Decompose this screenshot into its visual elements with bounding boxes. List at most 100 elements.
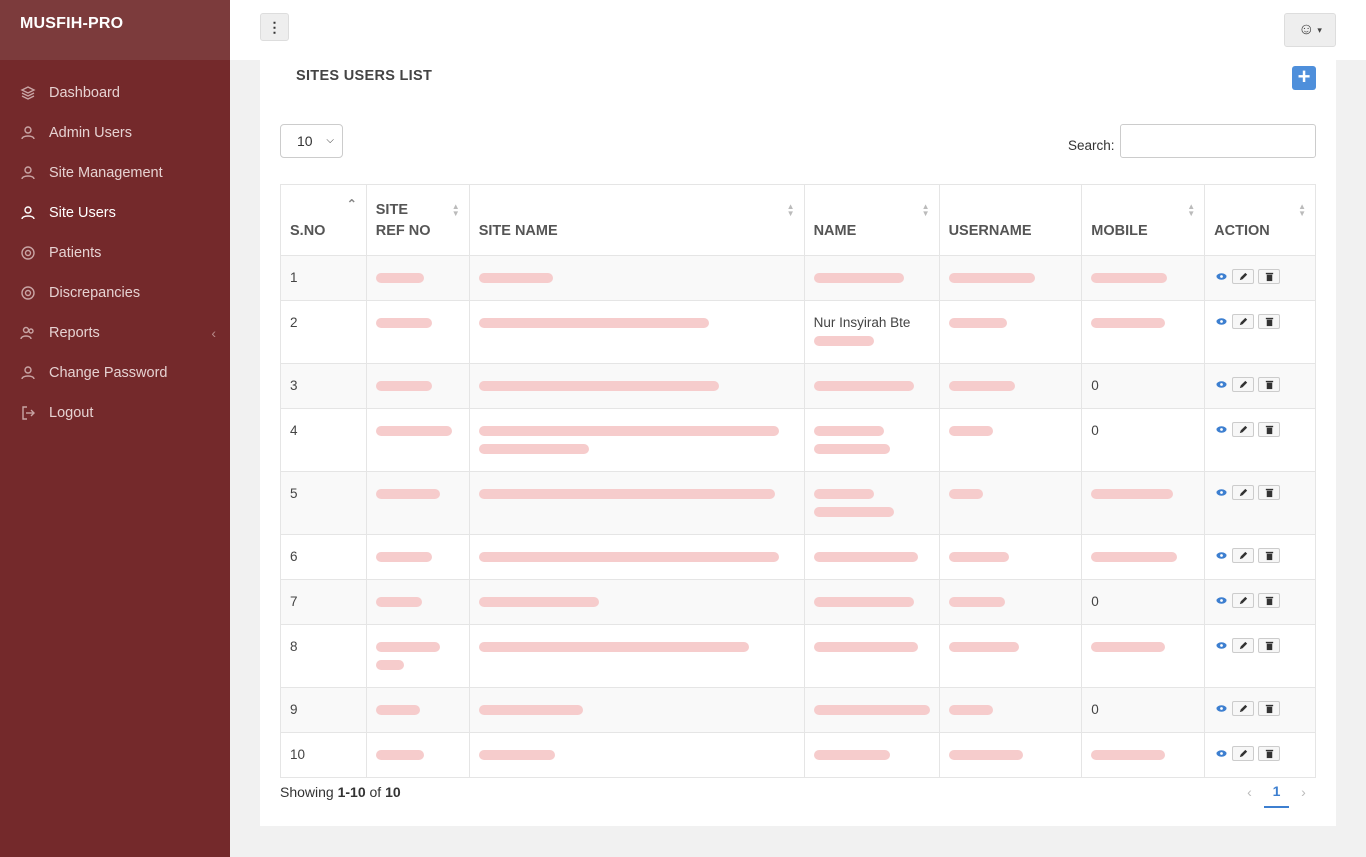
users-icon: [19, 324, 37, 342]
sidebar-item-admin-users[interactable]: Admin Users: [0, 113, 230, 153]
view-icon[interactable]: [1214, 548, 1228, 563]
pagination-page-1[interactable]: 1: [1264, 776, 1289, 808]
edit-icon[interactable]: [1232, 593, 1255, 608]
cell-site-name: [468, 255, 805, 301]
delete-icon[interactable]: [1258, 314, 1281, 329]
redacted-text: [813, 273, 904, 284]
sort-icon: ▲ ▼: [921, 202, 930, 218]
redacted-text: [375, 426, 452, 437]
redacted-text: [478, 489, 775, 500]
view-icon[interactable]: [1214, 701, 1228, 716]
edit-icon[interactable]: [1232, 701, 1255, 716]
delete-icon[interactable]: [1258, 746, 1281, 761]
cell-actions: [1204, 255, 1316, 301]
delete-icon[interactable]: [1258, 269, 1281, 284]
delete-icon[interactable]: [1258, 422, 1281, 437]
redacted-text: [375, 318, 432, 329]
cell-mobile: [1081, 255, 1206, 301]
sort-icon: ▲ ▼: [786, 202, 795, 218]
view-icon[interactable]: [1214, 638, 1228, 653]
cell-username: [938, 363, 1083, 409]
sidebar-item-discrepancies[interactable]: Discrepancies: [0, 273, 230, 313]
table-row: 4 0: [280, 408, 1316, 472]
cell-ref-no: [365, 255, 470, 301]
user-menu-button[interactable]: ☺ ▾: [1284, 13, 1336, 47]
column-header-sno[interactable]: S.NO ⌃: [280, 184, 367, 256]
user-icon: [19, 364, 37, 382]
sidebar-item-dashboard[interactable]: Dashboard: [0, 73, 230, 113]
sidebar-item-change-password[interactable]: Change Password: [0, 353, 230, 393]
sort-icon: ▲ ▼: [1298, 202, 1306, 218]
cell-site-name: [468, 471, 805, 535]
cell-site-name: [468, 534, 805, 580]
sidebar-item-logout[interactable]: Logout: [0, 393, 230, 433]
user-icon: [19, 204, 37, 222]
cell-name: [803, 579, 940, 625]
redacted-text: [1091, 273, 1168, 284]
edit-icon[interactable]: [1232, 638, 1255, 653]
redacted-text: [375, 273, 424, 284]
brand-logo[interactable]: MUSFIH-PRO: [0, 0, 230, 60]
menu-toggle-button[interactable]: ⋮: [260, 13, 289, 41]
view-icon[interactable]: [1214, 314, 1228, 329]
sidebar-item-patients[interactable]: Patients: [0, 233, 230, 273]
redacted-text: [375, 597, 422, 608]
search-input[interactable]: [1120, 124, 1316, 158]
column-header-site-ref-no[interactable]: SITE REF NO ▲ ▼: [365, 184, 470, 256]
cell-actions: [1204, 408, 1316, 472]
redacted-text: [478, 426, 779, 437]
cell-actions: [1204, 579, 1316, 625]
delete-icon[interactable]: [1258, 377, 1281, 392]
edit-icon[interactable]: [1232, 377, 1255, 392]
cell-sno: 2: [280, 300, 367, 364]
edit-icon[interactable]: [1232, 422, 1255, 437]
cell-name: [803, 471, 940, 535]
delete-icon[interactable]: [1258, 485, 1281, 500]
sidebar: MUSFIH-PRO Dashboard Admin Users Site Ma…: [0, 0, 230, 857]
cell-sno: 6: [280, 534, 367, 580]
cell-mobile: [1081, 732, 1206, 778]
delete-icon[interactable]: [1258, 638, 1281, 653]
pagination-prev-button[interactable]: ‹: [1237, 776, 1262, 808]
layers-icon: [19, 84, 37, 102]
delete-icon[interactable]: [1258, 593, 1281, 608]
edit-icon[interactable]: [1232, 746, 1255, 761]
sidebar-item-site-users[interactable]: Site Users: [0, 193, 230, 233]
table-info: Showing 1-10 of 10: [280, 784, 401, 800]
view-icon[interactable]: [1214, 269, 1228, 284]
edit-icon[interactable]: [1232, 548, 1255, 563]
redacted-text: [478, 642, 749, 653]
redacted-text: [478, 273, 553, 284]
page-length-select[interactable]: 10 ⌵: [280, 124, 343, 158]
view-icon[interactable]: [1214, 746, 1228, 761]
redacted-text: [478, 552, 779, 563]
view-icon[interactable]: [1214, 422, 1228, 437]
edit-icon[interactable]: [1232, 485, 1255, 500]
redacted-text: [948, 381, 1015, 392]
cell-sno: 8: [280, 624, 367, 688]
view-icon[interactable]: [1214, 485, 1228, 500]
add-site-user-button[interactable]: +: [1292, 66, 1316, 90]
table-row: 3 0: [280, 363, 1316, 409]
redacted-text: [1091, 750, 1166, 761]
delete-icon[interactable]: [1258, 701, 1281, 716]
column-header-site-name[interactable]: SITE NAME ▲ ▼: [468, 184, 805, 256]
column-header-action[interactable]: ACTION ▲ ▼: [1204, 184, 1316, 256]
pagination-next-button[interactable]: ›: [1291, 776, 1316, 808]
site-users-table: S.NO ⌃ SITE REF NO ▲ ▼ SITE NAME ▲ ▼ NAME ▲ ▼ US…: [280, 184, 1316, 778]
redacted-text: [375, 705, 420, 716]
column-header-username[interactable]: USERNAME: [938, 184, 1083, 256]
delete-icon[interactable]: [1258, 548, 1281, 563]
view-icon[interactable]: [1214, 593, 1228, 608]
column-header-mobile[interactable]: MOBILE ▲ ▼: [1081, 184, 1206, 256]
redacted-text: [478, 750, 555, 761]
sidebar-item-label: Change Password: [49, 365, 168, 381]
edit-icon[interactable]: [1232, 314, 1255, 329]
edit-icon[interactable]: [1232, 269, 1255, 284]
cell-site-name: [468, 732, 805, 778]
view-icon[interactable]: [1214, 377, 1228, 392]
sidebar-item-reports[interactable]: Reports ‹: [0, 313, 230, 353]
column-header-name[interactable]: NAME ▲ ▼: [803, 184, 940, 256]
sidebar-item-site-management[interactable]: Site Management: [0, 153, 230, 193]
cell-username: [938, 300, 1083, 364]
